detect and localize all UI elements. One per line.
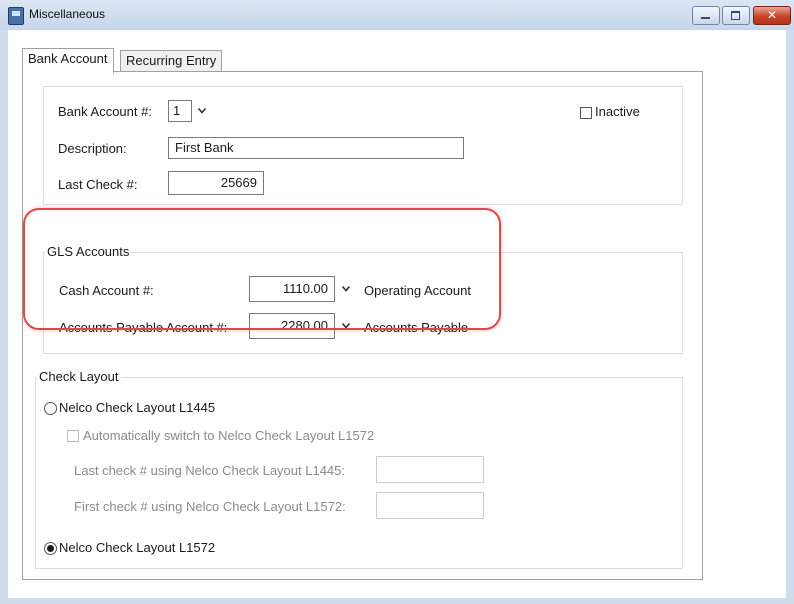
first-check-l1572-label: First check # using Nelco Check Layout L… [74, 499, 346, 514]
inactive-checkbox[interactable] [580, 107, 592, 119]
layout-l1572-radio[interactable] [44, 542, 57, 555]
chevron-down-icon [342, 323, 350, 329]
cash-account-dropdown-button[interactable] [337, 278, 355, 300]
last-check-field[interactable]: 25669 [168, 171, 264, 195]
title-bar[interactable]: Miscellaneous ✕ [0, 0, 794, 30]
description-label: Description: [58, 141, 127, 156]
accounts-payable-field[interactable]: 2280.00 [249, 313, 335, 339]
check-layout-group: Nelco Check Layout L1445 Automatically s… [35, 377, 683, 569]
chevron-down-icon [198, 108, 206, 114]
gls-accounts-group: Cash Account #: 1110.00 Operating Accoun… [43, 252, 683, 354]
last-check-label: Last Check #: [58, 177, 138, 192]
close-button[interactable]: ✕ [753, 6, 791, 25]
tab-panel: Bank Account #: 1 Inactive Description: … [22, 71, 703, 580]
accounts-payable-dropdown-button[interactable] [337, 315, 355, 337]
close-icon: ✕ [766, 8, 778, 22]
window-title: Miscellaneous [29, 7, 106, 21]
first-check-l1572-field[interactable] [376, 492, 484, 519]
layout-l1445-label: Nelco Check Layout L1445 [59, 400, 216, 415]
bank-account-value: 1 [173, 103, 181, 118]
last-check-value: 25669 [220, 175, 257, 190]
bank-account-label: Bank Account #: [58, 104, 152, 119]
app-icon [8, 7, 24, 25]
layout-l1572-label: Nelco Check Layout L1572 [59, 540, 216, 555]
gls-accounts-title: GLS Accounts [45, 244, 132, 259]
accounts-payable-value: 2280.00 [281, 318, 328, 333]
cash-account-value: 1110.00 [282, 281, 328, 296]
auto-switch-label: Automatically switch to Nelco Check Layo… [83, 428, 375, 443]
window: Miscellaneous ✕ Bank Account Recurring E… [0, 0, 794, 604]
maximize-icon [731, 11, 740, 20]
tab-recurring-entry[interactable]: Recurring Entry [120, 50, 223, 71]
auto-switch-checkbox[interactable] [67, 430, 79, 442]
maximize-button[interactable] [722, 6, 750, 25]
check-layout-title: Check Layout [37, 369, 121, 384]
last-check-l1445-label: Last check # using Nelco Check Layout L1… [74, 463, 346, 478]
chevron-down-icon [342, 286, 350, 292]
bank-account-select[interactable]: 1 [168, 100, 192, 122]
bank-account-group: Bank Account #: 1 Inactive Description: … [43, 86, 683, 205]
description-value: First Bank [175, 140, 234, 155]
cash-account-field[interactable]: 1110.00 [249, 276, 335, 302]
client-area: Bank Account Recurring Entry Bank Accoun… [8, 30, 786, 598]
accounts-payable-label: Accounts Payable Account #: [59, 320, 228, 335]
minimize-button[interactable] [692, 6, 720, 25]
minimize-icon [701, 17, 710, 19]
accounts-payable-name: Accounts Payable [364, 320, 469, 335]
last-check-l1445-field[interactable] [376, 456, 484, 483]
cash-account-name: Operating Account [364, 283, 471, 298]
description-field[interactable]: First Bank [168, 137, 464, 159]
cash-account-label: Cash Account #: [59, 283, 154, 298]
bank-account-dropdown-button[interactable] [193, 100, 211, 122]
tab-bank-account[interactable]: Bank Account [22, 48, 114, 73]
layout-l1445-radio[interactable] [44, 402, 57, 415]
inactive-label: Inactive [595, 104, 640, 119]
